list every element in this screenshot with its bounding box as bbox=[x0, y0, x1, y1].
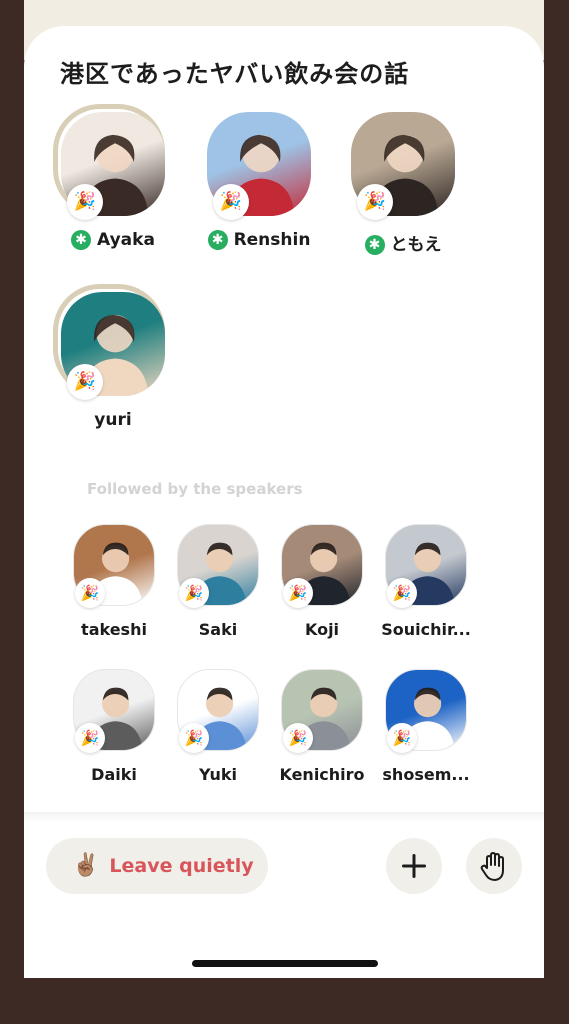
speaker-name-text: ともえ bbox=[390, 235, 442, 255]
victory-hand-icon: ✌🏽 bbox=[72, 853, 100, 878]
listener-name: Daiki bbox=[91, 765, 137, 784]
add-button[interactable] bbox=[386, 838, 442, 894]
listener-name: Kenichiro bbox=[279, 765, 365, 784]
listener-avatar-wrap: 🎉 bbox=[73, 524, 155, 608]
party-popper-icon: 🎉 bbox=[213, 184, 249, 220]
party-popper-icon: 🎉 bbox=[75, 723, 105, 753]
listener-tile[interactable]: 🎉 Yuki bbox=[166, 669, 270, 799]
party-popper-icon: 🎉 bbox=[283, 578, 313, 608]
leave-quietly-button[interactable]: ✌🏽 Leave quietly bbox=[46, 838, 268, 894]
listeners-section-label: Followed by the speakers bbox=[87, 480, 303, 498]
bottom-action-bar: ✌🏽 Leave quietly bbox=[24, 826, 544, 978]
speaker-avatar-wrap: 🎉 bbox=[53, 104, 165, 220]
listener-tile[interactable]: 🎉 Saki bbox=[166, 524, 270, 654]
party-popper-icon: 🎉 bbox=[179, 578, 209, 608]
speaker-tile[interactable]: 🎉 yuri bbox=[48, 284, 178, 462]
party-popper-icon: 🎉 bbox=[387, 723, 417, 753]
listener-name: Koji bbox=[304, 620, 340, 639]
party-popper-icon: 🎉 bbox=[67, 364, 103, 400]
listener-avatar-wrap: 🎉 bbox=[385, 524, 467, 608]
speaker-name-text: Renshin bbox=[233, 230, 311, 250]
speaker-tile[interactable]: 🎉 ✱ ともえ bbox=[338, 112, 468, 282]
listener-tile[interactable]: 🎉 takeshi bbox=[62, 524, 166, 654]
speaker-name: ✱ Ayaka bbox=[48, 230, 178, 250]
speaker-name-text: Ayaka bbox=[97, 230, 155, 250]
listener-tile[interactable]: 🎉 Kenichiro bbox=[270, 669, 374, 799]
raise-hand-button[interactable] bbox=[466, 838, 522, 894]
listener-tile[interactable]: 🎉 Daiki bbox=[62, 669, 166, 799]
room-title: 港区であったヤバい飲み会の話 bbox=[60, 60, 410, 88]
moderator-star-icon: ✱ bbox=[207, 230, 228, 250]
party-popper-icon: 🎉 bbox=[179, 723, 209, 753]
room-sheet: 港区であったヤバい飲み会の話 🎉 ✱ Ayaka 🎉 ✱ Renshin 🎉 ✱ ともえ 🎉 yur… bbox=[24, 26, 544, 978]
listener-tile[interactable]: 🎉 shosem... bbox=[374, 669, 478, 799]
listener-tile[interactable]: 🎉 Koji bbox=[270, 524, 374, 654]
listener-name: Yuki bbox=[199, 765, 237, 784]
speaker-avatar-wrap: 🎉 bbox=[351, 112, 455, 220]
listener-avatar-wrap: 🎉 bbox=[73, 669, 155, 753]
raised-hand-icon bbox=[480, 852, 504, 881]
plus-icon bbox=[402, 854, 426, 878]
party-popper-icon: 🎉 bbox=[67, 184, 103, 220]
speaker-name-text: yuri bbox=[94, 410, 132, 430]
speaker-name: ✱ ともえ bbox=[338, 230, 468, 255]
party-popper-icon: 🎉 bbox=[387, 578, 417, 608]
speaker-avatar-wrap: 🎉 bbox=[53, 284, 165, 400]
listener-avatar-wrap: 🎉 bbox=[385, 669, 467, 753]
listener-avatar-wrap: 🎉 bbox=[281, 669, 363, 753]
speaker-avatar-wrap: 🎉 bbox=[207, 112, 311, 220]
listener-name: shosem... bbox=[382, 765, 470, 784]
listener-name: takeshi bbox=[81, 620, 147, 639]
listener-name: Saki bbox=[198, 620, 238, 639]
listener-tile[interactable]: 🎉 Souichir... bbox=[374, 524, 478, 654]
speaker-name: ✱ Renshin bbox=[194, 230, 324, 250]
listener-avatar-wrap: 🎉 bbox=[281, 524, 363, 608]
speaker-tile[interactable]: 🎉 ✱ Ayaka bbox=[48, 104, 178, 282]
party-popper-icon: 🎉 bbox=[75, 578, 105, 608]
scroll-fade bbox=[24, 812, 544, 822]
home-indicator[interactable] bbox=[192, 960, 378, 967]
party-popper-icon: 🎉 bbox=[357, 184, 393, 220]
party-popper-icon: 🎉 bbox=[283, 723, 313, 753]
speaker-tile[interactable]: 🎉 ✱ Renshin bbox=[194, 112, 324, 282]
leave-quietly-label: Leave quietly bbox=[109, 855, 254, 877]
speaker-name: yuri bbox=[48, 410, 178, 430]
listener-avatar-wrap: 🎉 bbox=[177, 669, 259, 753]
moderator-star-icon: ✱ bbox=[71, 230, 92, 250]
listener-avatar-wrap: 🎉 bbox=[177, 524, 259, 608]
listener-name: Souichir... bbox=[381, 620, 471, 639]
moderator-star-icon: ✱ bbox=[364, 235, 385, 255]
